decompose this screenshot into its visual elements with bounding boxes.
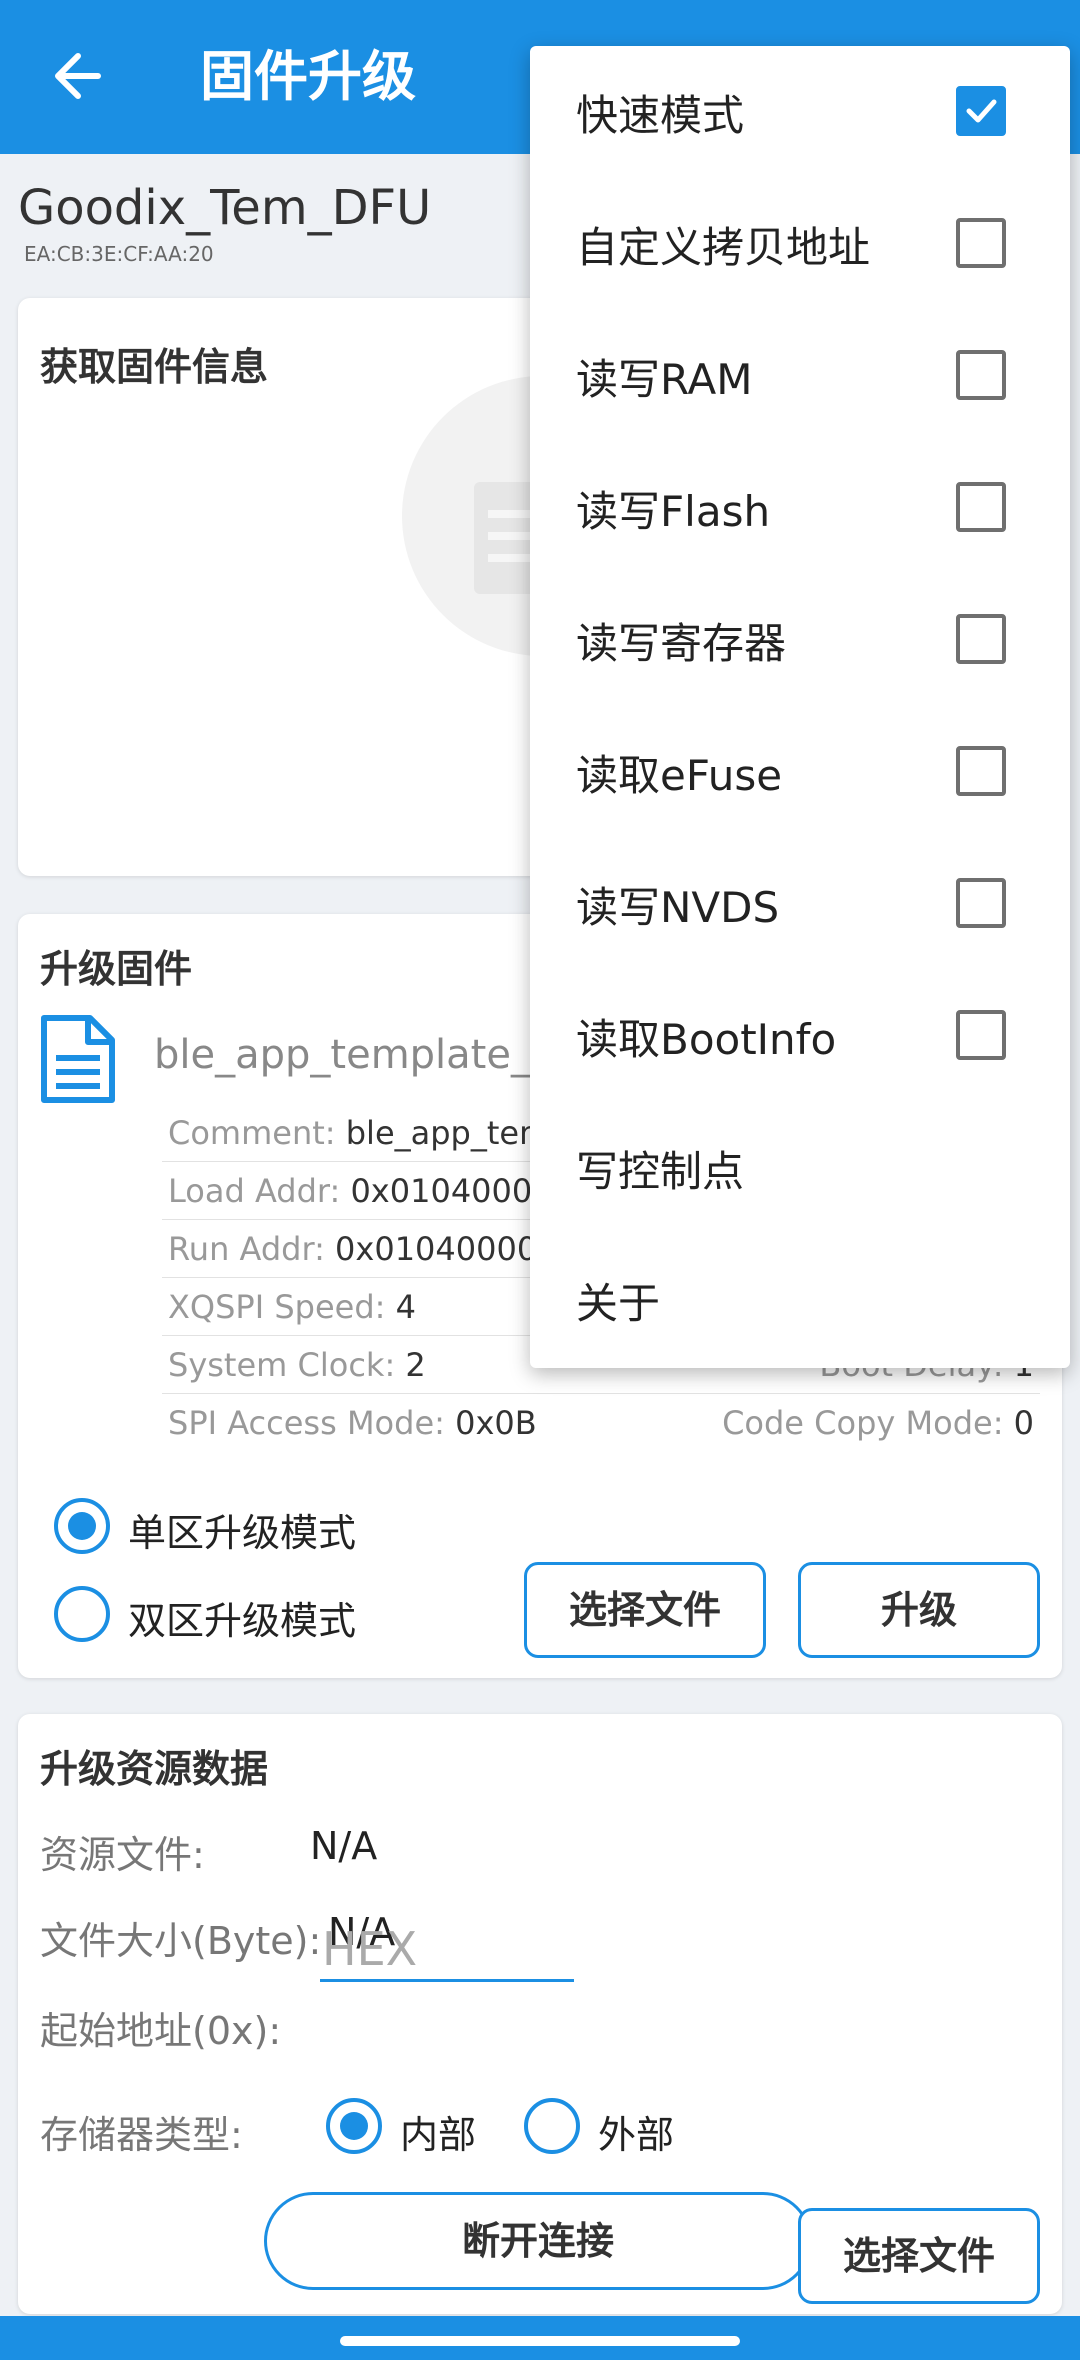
menu-item-rw-nvds[interactable]: 读写NVDS xyxy=(530,838,1070,970)
start-address-input[interactable] xyxy=(320,1918,574,1982)
select-file-button[interactable]: 选择文件 xyxy=(524,1562,766,1658)
menu-item-write-control-point[interactable]: 写控制点 xyxy=(530,1102,1070,1234)
disconnect-button[interactable]: 断开连接 xyxy=(264,2192,812,2290)
menu-item-fast-mode[interactable]: 快速模式 xyxy=(530,46,1070,178)
home-gesture-pill[interactable] xyxy=(340,2336,740,2346)
menu-item-label: 读写NVDS xyxy=(576,883,780,932)
menu-item-rw-register[interactable]: 读写寄存器 xyxy=(530,574,1070,706)
menu-item-read-efuse[interactable]: 读取eFuse xyxy=(530,706,1070,838)
load-addr-value: 0x0104000( xyxy=(350,1172,545,1210)
rw-flash-checkbox[interactable] xyxy=(956,482,1006,532)
rw-register-checkbox[interactable] xyxy=(956,614,1006,664)
rw-nvds-checkbox[interactable] xyxy=(956,878,1006,928)
menu-item-custom-copy-address[interactable]: 自定义拷贝地址 xyxy=(530,178,1070,310)
device-mac-address: EA:CB:3E:CF:AA:20 xyxy=(24,242,214,266)
radio-selected-dot xyxy=(68,1512,96,1540)
menu-item-rw-ram[interactable]: 读写RAM xyxy=(530,310,1070,442)
read-bootinfo-checkbox[interactable] xyxy=(956,1010,1006,1060)
rw-ram-checkbox[interactable] xyxy=(956,350,1006,400)
resource-file-label: 资源文件: xyxy=(40,1833,205,1877)
menu-item-about[interactable]: 关于 xyxy=(530,1234,1070,1366)
single-mode-label[interactable]: 单区升级模式 xyxy=(128,1502,356,1557)
info-row-spi: SPI Access Mode: 0x0B Code Copy Mode: 0 xyxy=(162,1394,1040,1452)
menu-item-rw-flash[interactable]: 读写Flash xyxy=(530,442,1070,574)
start-address-label: 起始地址(0x): xyxy=(40,2009,282,2053)
firmware-file-name: ble_app_template_d xyxy=(154,1032,557,1078)
code-copy-label: Code Copy Mode: xyxy=(722,1404,1014,1442)
xqspi-label: XQSPI Speed: xyxy=(168,1288,396,1326)
menu-item-read-bootinfo[interactable]: 读取BootInfo xyxy=(530,970,1070,1102)
resource-data-title: 升级资源数据 xyxy=(40,1747,269,1791)
xqspi-value: 4 xyxy=(395,1288,416,1326)
overflow-menu: 快速模式 自定义拷贝地址 读写RAM 读写Flash 读写寄存器 读取eFuse… xyxy=(530,46,1070,1368)
menu-item-label: 读写Flash xyxy=(576,487,771,536)
menu-item-label: 读写RAM xyxy=(576,355,753,404)
storage-internal-radio[interactable] xyxy=(326,2098,382,2154)
custom-copy-address-checkbox[interactable] xyxy=(956,218,1006,268)
run-addr-value: 0x01040000 xyxy=(335,1230,538,1268)
menu-item-label: 写控制点 xyxy=(576,1147,745,1196)
menu-item-label: 读写寄存器 xyxy=(576,619,787,668)
page-title: 固件升级 xyxy=(200,45,416,108)
menu-item-label: 自定义拷贝地址 xyxy=(576,223,871,272)
dual-mode-label[interactable]: 双区升级模式 xyxy=(128,1590,356,1645)
resource-data-card: 升级资源数据 资源文件: N/A 文件大小(Byte): N/A 起始地址(0x… xyxy=(18,1714,1062,2314)
arrow-left-icon[interactable] xyxy=(48,44,108,108)
firmware-info-title: 获取固件信息 xyxy=(40,345,269,389)
document-icon xyxy=(40,1014,116,1104)
single-mode-radio[interactable] xyxy=(54,1498,110,1554)
device-name: Goodix_Tem_DFU xyxy=(18,180,432,236)
run-addr-label: Run Addr: xyxy=(168,1230,336,1268)
upgrade-firmware-title: 升级固件 xyxy=(40,947,193,991)
code-copy-value: 0 xyxy=(1013,1404,1034,1442)
system-clock-label: System Clock: xyxy=(168,1346,406,1384)
dual-mode-radio[interactable] xyxy=(54,1586,110,1642)
menu-item-label: 关于 xyxy=(576,1279,661,1328)
read-efuse-checkbox[interactable] xyxy=(956,746,1006,796)
fast-mode-checkbox[interactable] xyxy=(956,86,1006,136)
spi-mode-value: 0x0B xyxy=(455,1404,537,1442)
menu-item-label: 读取BootInfo xyxy=(576,1015,837,1064)
radio-selected-dot xyxy=(340,2112,368,2140)
select-resource-file-button[interactable]: 选择文件 xyxy=(798,2208,1040,2304)
storage-type-label: 存储器类型: xyxy=(40,2113,243,2157)
comment-label: Comment: xyxy=(168,1114,346,1152)
storage-external-label[interactable]: 外部 xyxy=(598,2104,674,2159)
menu-item-label: 快速模式 xyxy=(576,91,745,140)
resource-file-value: N/A xyxy=(310,1824,378,1868)
system-clock-value: 2 xyxy=(405,1346,426,1384)
storage-internal-label[interactable]: 内部 xyxy=(400,2104,476,2159)
file-size-label: 文件大小(Byte): xyxy=(40,1919,322,1963)
upgrade-button[interactable]: 升级 xyxy=(798,1562,1040,1658)
load-addr-label: Load Addr: xyxy=(168,1172,351,1210)
menu-item-label: 读取eFuse xyxy=(576,751,783,800)
spi-mode-label: SPI Access Mode: xyxy=(168,1404,456,1442)
storage-external-radio[interactable] xyxy=(524,2098,580,2154)
comment-value: ble_app_tem xyxy=(345,1114,551,1152)
system-nav-bar xyxy=(0,2316,1080,2360)
